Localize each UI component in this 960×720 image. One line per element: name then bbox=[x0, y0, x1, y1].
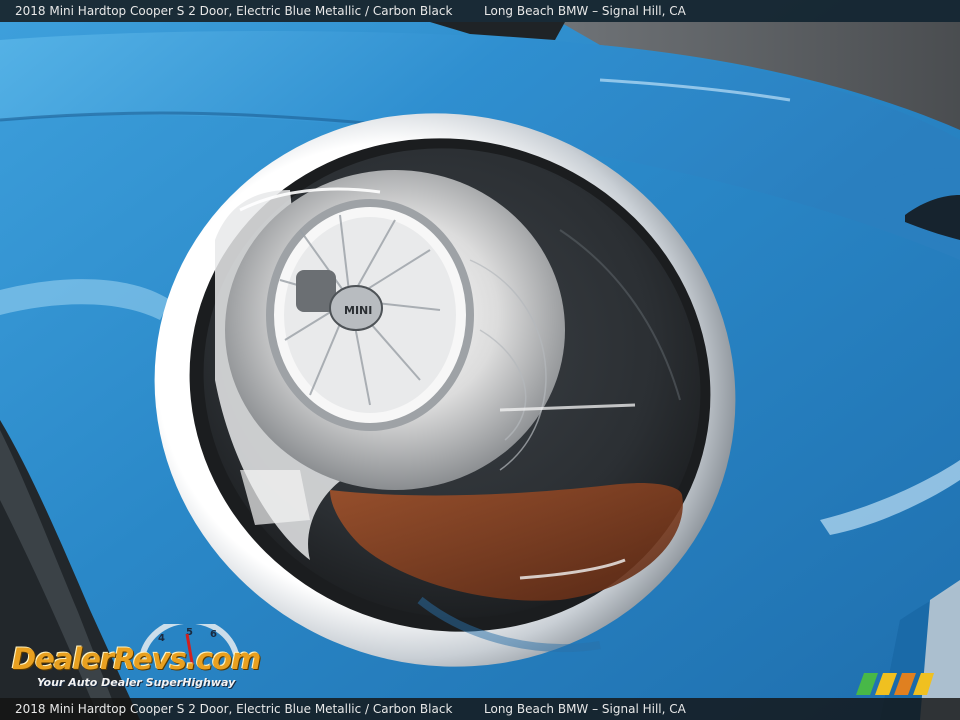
dealer-caption-bottom: Long Beach BMW – Signal Hill, CA bbox=[484, 702, 686, 716]
stripes-logo-icon bbox=[856, 673, 934, 695]
gauge-number: 6 bbox=[210, 629, 217, 640]
headlight-photo: MINI bbox=[0, 0, 960, 720]
dealerrevs-watermark: 4 5 6 DealerRevs.com Your Auto Dealer Su… bbox=[10, 624, 270, 694]
logo-text: DealerRevs.com bbox=[12, 642, 261, 676]
logo-tagline: Your Auto Dealer SuperHighway bbox=[37, 676, 236, 689]
dealer-caption: Long Beach BMW – Signal Hill, CA bbox=[484, 4, 686, 18]
vehicle-caption-bottom: 2018 Mini Hardtop Cooper S 2 Door, Elect… bbox=[15, 702, 453, 716]
caption-bar-bottom: 2018 Mini Hardtop Cooper S 2 Door, Elect… bbox=[0, 698, 960, 720]
vehicle-caption: 2018 Mini Hardtop Cooper S 2 Door, Elect… bbox=[15, 4, 453, 18]
caption-bar-top: 2018 Mini Hardtop Cooper S 2 Door, Elect… bbox=[0, 0, 960, 22]
badge-text: MINI bbox=[344, 304, 372, 317]
